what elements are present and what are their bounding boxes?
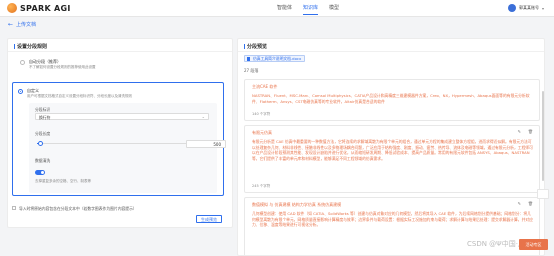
length-input[interactable]: 500 [186,140,226,148]
edit-icon[interactable]: ✎ [518,129,521,134]
watermark: CSDN @Ψ中国·凡 [467,240,525,248]
back-arrow-icon: ← [8,20,14,28]
segment-card: 有限元仿真 ✎ 🗑 有限元分析是 CAE 仿真中最重要的一种数值方法，它将连续的… [244,125,540,193]
segment-meta: 140 个字符 [252,112,271,116]
segment-count: 27 段落 [244,68,259,73]
user-menu[interactable]: 郭某某账号 ▾ [507,4,544,12]
nav-item-agents[interactable]: 智能体 [277,4,292,15]
panel-title: 分段预览 [244,43,267,50]
divider [8,51,232,52]
file-icon [247,57,250,61]
user-name: 郭某某账号 [518,5,539,10]
segment-title: 有限元仿真 [252,130,272,135]
delete-icon[interactable]: 🗑 [528,201,533,206]
slider-handle[interactable] [38,141,43,146]
radio-icon[interactable] [20,60,25,65]
file-chip[interactable]: 仿真工具简介说明文档.docx [244,55,306,62]
custom-settings: 分段标识 换行符 ⌄ 分段长度 500 数据清洗 去掉重复多余的空格、空行、制表… [29,103,226,193]
back-link[interactable]: ← 上传文档 [8,21,36,28]
separator-value: 换行符 [39,115,51,120]
top-bar: SPARK AGI 智能体 知识库 模型 郭某某账号 ▾ [0,0,554,17]
clean-desc: 去掉重复多余的空格、空行、制表等 [35,179,91,183]
segment-body: NASTRAN、Fluent、MSC.Marc、Comsol Multiphys… [252,93,530,104]
delete-icon[interactable]: 🗑 [528,129,533,134]
segment-meta: 245 个字符 [252,184,271,188]
corner-badge[interactable]: 活动专区 [519,239,548,250]
chevron-down-icon: ⌄ [201,114,205,119]
avatar [507,4,516,12]
segment-actions: ✎ 🗑 [518,201,533,206]
main-nav: 智能体 知识库 模型 [277,4,339,15]
generate-preview-button[interactable]: 生成预览 [196,215,222,223]
chevron-down-icon: ▾ [541,5,544,11]
scrollbar[interactable] [542,91,544,181]
floating-tool-button[interactable] [537,189,549,199]
option-desc: 用户可根据文档格式自定义设置分段标识符、分段长度以及清洗规则 [27,94,132,98]
nav-item-models[interactable]: 模型 [329,4,339,15]
page-title: 上传文档 [16,22,37,28]
divider [238,51,544,52]
nav-item-knowledge[interactable]: 知识库 [303,4,319,15]
segment-preview-panel: 分段预览 仿真工具简介说明文档.docx 27 段落 主流CAE 软件 NAST… [237,38,545,256]
logo[interactable]: SPARK AGI [7,3,71,13]
length-label: 分段长度 [35,131,51,136]
file-name: 仿真工具简介说明文档.docx [253,56,302,61]
segment-card: 主流CAE 软件 NASTRAN、Fluent、MSC.Marc、Comsol … [244,79,540,121]
segment-title: 主流CAE 软件 [252,84,278,89]
segment-body: 有限元分析是 CAE 仿真中最重要的一种数值方法，它将连续的求解域离散为有限个单… [252,139,533,161]
edit-icon[interactable]: ✎ [518,201,521,206]
segment-actions: ✎ 🗑 [518,129,533,134]
panel-title: 设置分段规则 [14,43,47,50]
clean-toggle[interactable] [35,170,45,175]
separator-select[interactable]: 换行符 ⌄ [35,113,209,120]
include-original-checkbox[interactable] [12,206,16,210]
radio-checked-icon[interactable] [18,89,23,94]
logo-icon [7,3,17,13]
segment-title: 数值模拟 与 仿真建模 结构力学仿真 系统仿真建模 [252,202,342,207]
logo-text: SPARK AGI [20,3,71,13]
option-desc: 不了解如何设置分段规则的推荐使用此设置 [29,65,96,69]
length-slider[interactable] [37,141,187,146]
include-original-label: 导入时将原始内容包含在分段文本中（若数字图表作为图片内容提示） [19,206,137,211]
clean-label: 数据清洗 [35,158,51,163]
